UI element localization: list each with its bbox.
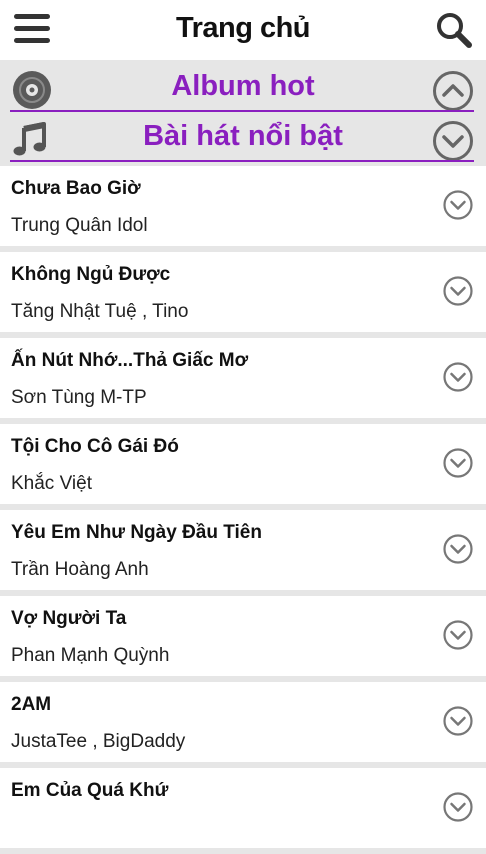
chevron-down-circle-icon[interactable] (442, 791, 474, 823)
chevron-down-circle-icon[interactable] (442, 619, 474, 651)
song-artist: Tăng Nhật Tuệ , Tino (11, 301, 189, 322)
song-list: Chưa Bao Giờ Trung Quân Idol Không Ngủ Đ… (0, 166, 486, 854)
song-list-item[interactable]: Vợ Người Ta Phan Mạnh Quỳnh (0, 596, 486, 676)
section-album-hot[interactable]: Album hot (0, 62, 486, 112)
song-artist: Khắc Việt (11, 473, 92, 494)
song-artist: JustaTee , BigDaddy (11, 731, 186, 752)
section-divider (10, 160, 474, 162)
song-title: 2AM (11, 694, 52, 715)
chevron-down-circle-icon[interactable] (442, 705, 474, 737)
chevron-up-circle-icon[interactable] (432, 70, 474, 112)
song-list-item[interactable]: Tội Cho Cô Gái Đó Khắc Việt (0, 424, 486, 504)
song-artist: Sơn Tùng M-TP (11, 387, 147, 408)
song-title: Tội Cho Cô Gái Đó (11, 436, 179, 457)
song-list-item[interactable]: Yêu Em Như Ngày Đầu Tiên Trần Hoàng Anh (0, 510, 486, 590)
chevron-down-circle-icon[interactable] (442, 189, 474, 221)
chevron-down-circle-icon[interactable] (442, 275, 474, 307)
chevron-down-circle-icon[interactable] (442, 533, 474, 565)
song-list-item[interactable]: Chưa Bao Giờ Trung Quân Idol (0, 166, 486, 246)
chevron-down-circle-icon[interactable] (432, 120, 474, 162)
section-title-featured-songs: Bài hát nổi bật (143, 120, 343, 152)
section-title-album-hot: Album hot (171, 70, 315, 102)
song-list-item[interactable]: Không Ngủ Được Tăng Nhật Tuệ , Tino (0, 252, 486, 332)
song-title: Ấn Nút Nhớ...Thả Giấc Mơ (11, 350, 249, 371)
song-title: Em Của Quá Khứ (11, 780, 169, 801)
song-title: Yêu Em Như Ngày Đầu Tiên (11, 522, 262, 543)
song-artist: Phan Mạnh Quỳnh (11, 645, 170, 666)
song-list-item[interactable]: Em Của Quá Khứ (0, 768, 486, 848)
top-bar: Trang chủ (0, 0, 486, 60)
section-featured-songs[interactable]: Bài hát nổi bật (0, 112, 486, 162)
song-list-item[interactable]: 2AM JustaTee , BigDaddy (0, 682, 486, 762)
song-artist: Trần Hoàng Anh (11, 559, 149, 580)
song-list-item[interactable]: Ấn Nút Nhớ...Thả Giấc Mơ Sơn Tùng M-TP (0, 338, 486, 418)
song-title: Vợ Người Ta (11, 608, 127, 629)
chevron-down-circle-icon[interactable] (442, 361, 474, 393)
page-title: Trang chủ (175, 12, 311, 44)
search-icon[interactable] (434, 10, 474, 50)
chevron-down-circle-icon[interactable] (442, 447, 474, 479)
song-title: Chưa Bao Giờ (11, 178, 141, 199)
song-artist: Trung Quân Idol (11, 215, 148, 236)
song-title: Không Ngủ Được (11, 264, 171, 285)
